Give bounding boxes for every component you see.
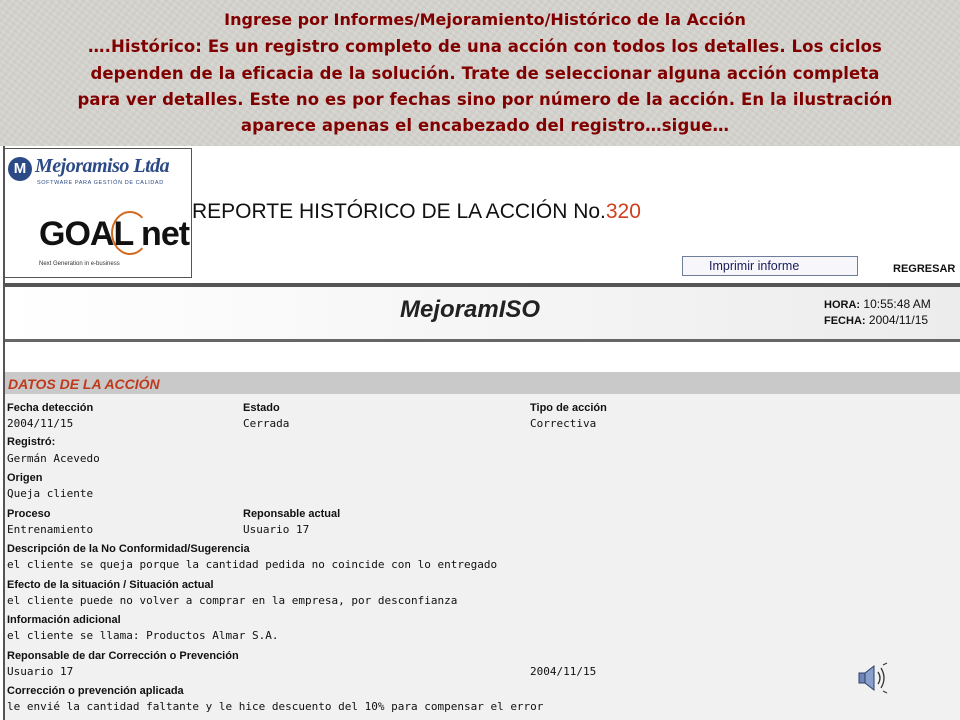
goalnet-logo-subtitle: Next Generation in e-business [39,261,120,267]
app-name: MejoramISO [400,296,541,323]
field-value: Cerrada [243,417,290,430]
field-value: el cliente puede no volver a comprar en … [7,594,458,607]
field-label: Descripción de la No Conformidad/Sugeren… [7,543,250,555]
mejoramiso-logo-icon: M [8,157,32,181]
report-title-text: REPORTE HISTÓRICO DE LA ACCIÓN No. [192,200,606,223]
caption-line: ….Histórico: Es un registro completo de … [88,37,882,56]
action-number: 320 [605,200,641,223]
field-label: Tipo de acción [530,402,607,414]
field-value: Usuario 17 [7,665,74,678]
field-label: Reponsable actual [243,508,341,520]
date-value: 2004/11/15 [868,313,929,327]
caption-line: aparece apenas el encabezado del registr… [240,116,730,135]
mejoramiso-logo-subtitle: SOFTWARE PARA GESTIÓN DE CALIDAD [37,180,164,186]
divider [5,339,960,342]
speaker-icon[interactable] [856,662,890,694]
caption-line: para ver detalles. Este no es por fechas… [77,90,893,109]
field-label: Fecha detección [7,402,94,414]
goalnet-logo-text: GOAL net [39,215,190,253]
date-readout: FECHA: 2004/11/15 [824,313,928,327]
action-data-grid: Fecha detección 2004/11/15 Estado Cerrad… [5,394,960,720]
field-label: Efecto de la situación / Situación actua… [7,579,214,591]
field-value: le envié la cantidad faltante y le hice … [7,700,544,713]
section-title: DATOS DE LA ACCIÓN [5,372,960,394]
instruction-caption: Ingrese por Informes/Mejoramiento/Histór… [0,0,960,146]
field-value: Correctiva [530,417,597,430]
caption-title: Ingrese por Informes/Mejoramiento/Histór… [224,10,746,29]
field-value: 2004/11/15 [7,417,74,430]
field-value: Queja cliente [7,487,94,500]
back-link[interactable]: REGRESAR [893,263,955,275]
field-label: Registró: [7,436,56,448]
field-label: Información adicional [7,614,121,626]
field-label: Reponsable de dar Corrección o Prevenció… [7,650,239,662]
field-value: Entrenamiento [7,523,94,536]
time-label: HORA: [824,299,861,311]
field-value: Germán Acevedo [7,452,100,465]
field-value: Usuario 17 [243,523,310,536]
print-report-button[interactable]: Imprimir informe [682,256,858,276]
field-label: Corrección o prevención aplicada [7,685,184,697]
caption-line: dependen de la eficacia de la solución. … [90,64,880,83]
field-value: el cliente se llama: Productos Almar S.A… [7,629,279,642]
field-label: Origen [7,472,43,484]
mejoramiso-logo-text: Mejoramiso Ltda [35,155,170,177]
field-value: 2004/11/15 [530,665,597,678]
report-page: M Mejoramiso Ltda SOFTWARE PARA GESTIÓN … [0,146,960,720]
field-label: Proceso [7,508,51,520]
logo-panel: M Mejoramiso Ltda SOFTWARE PARA GESTIÓN … [5,148,192,278]
field-value: el cliente se queja porque la cantidad p… [7,558,498,571]
date-label: FECHA: [824,315,866,327]
time-value: 10:55:48 AM [863,297,931,311]
report-title: REPORTE HISTÓRICO DE LA ACCIÓN No.320 [192,200,641,224]
time-readout: HORA: 10:55:48 AM [824,297,931,311]
field-label: Estado [243,402,280,414]
